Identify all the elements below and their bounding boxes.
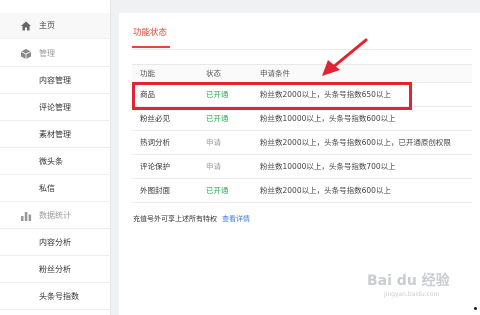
tab-divider [132,49,472,50]
feature-name: 粉丝必见 [140,114,170,123]
annotation-arrow-icon [322,38,368,76]
table-row: 热词分析 申请 粉丝数2000以上，头条号指数600以上，已开通原创权限 [132,131,472,155]
sidebar-group-label: 管理 [39,49,55,58]
sidebar-item-content-analysis[interactable]: 内容分析 [0,230,110,256]
sidebar-item-home[interactable]: 主页 [0,13,110,39]
table-row: 评论保护 申请 粉丝数10000以上，头条号指数700以上 [132,155,472,179]
sidebar-item-label: 内容管理 [39,76,71,85]
condition-text: 粉丝数10000以上，头条号指数600以上 [260,114,396,123]
column-header-condition: 申请条件 [260,69,290,78]
sidebar-item-label: 粉丝分析 [39,265,71,274]
tab-underline [132,46,170,48]
column-header-status: 状态 [206,69,221,78]
home-icon [20,20,32,32]
status-badge: 已开通 [206,186,229,195]
status-badge: 已开通 [206,114,229,123]
condition-text: 粉丝数2000以上，头条号指数600以上 [260,186,391,195]
sidebar-group-manage[interactable]: 管理 [0,41,110,67]
table-header: 功能 状态 申请条件 [132,65,472,83]
table-row: 外图封面 已开通 粉丝数2000以上，头条号指数600以上 [132,179,472,203]
table-row: 粉丝必见 已开通 粉丝数10000以上，头条号指数600以上 [132,107,472,131]
condition-text: 粉丝数2000以上，头条号指数600以上，已开通原创权限 [260,138,451,147]
sidebar-item-label: 主页 [39,21,55,30]
sidebar-item-label: 评论管理 [39,103,71,112]
sidebar-group-stats[interactable]: 数据统计 [0,203,110,229]
sidebar-item-label: 私信 [39,184,55,193]
sidebar-item-content-manage[interactable]: 内容管理 [0,68,110,94]
cube-icon [20,48,32,60]
sidebar: 主页 管理 内容管理 评论管理 素材管理 微头条 私信 数据统计 内容分析 粉丝… [0,0,111,315]
sidebar-item-label: 微头条 [39,157,63,166]
highlight-box [132,82,412,110]
view-details-link[interactable]: 查看详情 [222,215,250,223]
tab-feature-status[interactable]: 功能状态 [133,26,167,38]
sidebar-item-fans-analysis[interactable]: 粉丝分析 [0,257,110,283]
sidebar-item-comment-manage[interactable]: 评论管理 [0,95,110,121]
footer-text: 充值号外可享上述所有特权 [133,215,217,223]
sidebar-item-label: 素材管理 [39,130,71,139]
sidebar-item-account-index[interactable]: 头条号指数 [0,284,110,310]
column-header-feature: 功能 [140,69,155,78]
footer-note: 充值号外可享上述所有特权 查看详情 [133,214,250,224]
sidebar-item-label: 头条号指数 [39,292,79,301]
sidebar-item-label: 内容分析 [39,238,71,247]
apply-button[interactable]: 申请 [206,155,221,178]
feature-name: 评论保护 [140,162,170,171]
sidebar-item-material-manage[interactable]: 素材管理 [0,122,110,148]
watermark-logo: Bai du 经验 [367,273,450,289]
apply-button[interactable]: 申请 [206,131,221,154]
feature-name: 外图封面 [140,186,170,195]
feature-name: 热词分析 [140,138,170,147]
watermark-url: jingyan.baidu.com [384,291,440,298]
sidebar-item-messages[interactable]: 私信 [0,176,110,202]
corner-dot [474,307,477,310]
condition-text: 粉丝数10000以上，头条号指数700以上 [260,162,396,171]
sidebar-group-label: 数据统计 [39,211,71,220]
bar-chart-icon [20,210,32,222]
sidebar-item-micro-headline[interactable]: 微头条 [0,149,110,175]
